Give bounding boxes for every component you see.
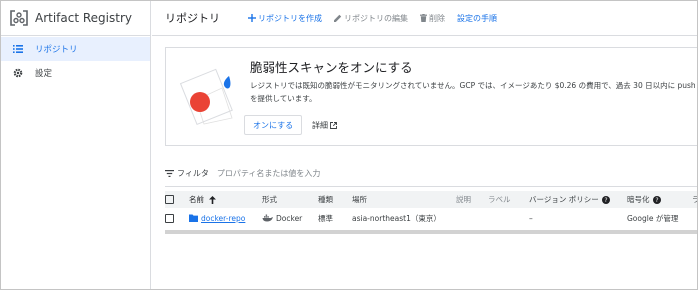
- divider: [165, 186, 697, 187]
- banner-title: 脆弱性スキャンをオンにする: [250, 60, 413, 75]
- create-repository-label: リポジトリを作成: [258, 13, 322, 23]
- setup-instructions-button[interactable]: 設定の手順: [457, 13, 497, 24]
- help-icon: ?: [601, 195, 610, 204]
- column-header-version-policy-label: バージョン ポリシー: [529, 195, 599, 204]
- main-content: リポジトリ リポジトリを作成 リポジトリの編集 削除 設定の手順 脆弱性スキャン…: [152, 1, 697, 289]
- column-header-type[interactable]: 種類: [318, 191, 333, 208]
- column-header-name-label: 名前: [189, 195, 204, 204]
- sidebar-item-settings[interactable]: 設定: [1, 61, 150, 85]
- create-repository-button[interactable]: リポジトリを作成: [248, 13, 322, 24]
- edit-repository-button[interactable]: リポジトリの編集: [334, 13, 408, 24]
- app-title: Artifact Registry: [35, 11, 133, 25]
- sidebar: Artifact Registry リポジトリ 設定: [1, 1, 151, 289]
- repositories-table: 名前 形式 種類 場所 説明 ラベル バージョン ポリシー ? 暗号化 ? do…: [165, 191, 697, 228]
- repository-name[interactable]: docker-repo: [189, 208, 245, 228]
- filter-icon: [165, 170, 174, 177]
- list-icon: [13, 44, 23, 54]
- scanning-illustration-icon: [179, 68, 233, 126]
- help-icon: ?: [652, 195, 661, 204]
- select-all-checkbox[interactable]: [165, 191, 174, 208]
- column-header-encryption[interactable]: 暗号化 ?: [627, 191, 661, 208]
- repository-name-link[interactable]: docker-repo: [201, 214, 245, 223]
- enable-scanning-button[interactable]: オンにする: [244, 115, 303, 135]
- banner-body-line1: レジストリでは既知の脆弱性がモニタリングされていません。GCP では、イメージあ…: [250, 81, 696, 90]
- app-window: Artifact Registry リポジトリ 設定 リポジトリ リポジトリを作…: [0, 0, 698, 290]
- delete-label: 削除: [429, 13, 445, 23]
- column-header-truncated[interactable]: ラ: [692, 191, 697, 208]
- app-header: Artifact Registry: [1, 1, 150, 36]
- sidebar-item-repositories[interactable]: リポジトリ: [1, 37, 150, 61]
- table-header: 名前 形式 種類 場所 説明 ラベル バージョン ポリシー ? 暗号化 ?: [165, 191, 697, 208]
- plus-icon: [248, 14, 256, 22]
- edit-repository-label: リポジトリの編集: [344, 13, 408, 23]
- repository-type: 標準: [318, 213, 333, 223]
- folder-icon: [189, 214, 198, 222]
- filter-input[interactable]: プロパティ名または値を入力: [217, 168, 321, 179]
- vulnerability-scanning-banner: 脆弱性スキャンをオンにする レジストリでは既知の脆弱性がモニタリングされていませ…: [165, 47, 697, 146]
- toolbar: リポジトリ リポジトリを作成 リポジトリの編集 削除 設定の手順: [152, 1, 697, 36]
- repository-encryption: Google が管理: [627, 213, 679, 223]
- horizontal-scrollbar[interactable]: [165, 230, 697, 234]
- filter-label: フィルタ: [177, 169, 209, 178]
- svg-text:?: ?: [655, 197, 658, 204]
- sidebar-item-label: リポジトリ: [35, 45, 78, 55]
- setup-instructions-label: 設定の手順: [457, 13, 497, 23]
- column-header-location[interactable]: 場所: [352, 191, 367, 208]
- repository-format-label: Docker: [276, 213, 303, 223]
- column-header-labels[interactable]: ラベル: [488, 191, 511, 208]
- column-header-format[interactable]: 形式: [262, 191, 277, 208]
- sort-arrow-up-icon: [209, 195, 216, 204]
- column-header-version-policy[interactable]: バージョン ポリシー ?: [529, 191, 610, 208]
- delete-button[interactable]: 削除: [420, 13, 445, 24]
- column-header-name[interactable]: 名前: [189, 191, 216, 208]
- details-link[interactable]: 詳細: [312, 120, 337, 131]
- repository-format: Docker: [262, 208, 302, 228]
- repository-version-policy: –: [529, 213, 533, 223]
- gear-icon: [13, 68, 23, 78]
- row-checkbox[interactable]: [165, 208, 174, 228]
- page-title: リポジトリ: [165, 12, 220, 25]
- column-header-encryption-label: 暗号化: [627, 195, 650, 204]
- external-link-icon: [330, 122, 337, 129]
- sidebar-item-label: 設定: [35, 69, 53, 79]
- table-row[interactable]: docker-repo Docker 標準 asia-northeast1（東京…: [165, 208, 697, 228]
- docker-icon: [262, 214, 273, 222]
- details-link-label: 詳細: [312, 121, 328, 130]
- trash-icon: [420, 14, 427, 22]
- repository-location: asia-northeast1（東京）: [352, 213, 441, 223]
- banner-body-line2: を提供しています。: [250, 94, 317, 103]
- column-header-description[interactable]: 説明: [456, 191, 471, 208]
- svg-text:?: ?: [604, 197, 607, 204]
- pencil-icon: [334, 14, 342, 22]
- filter-bar[interactable]: フィルタ プロパティ名または値を入力: [165, 168, 320, 179]
- artifact-registry-logo-icon: [10, 10, 28, 26]
- banner-body: レジストリでは既知の脆弱性がモニタリングされていません。GCP では、イメージあ…: [250, 79, 697, 105]
